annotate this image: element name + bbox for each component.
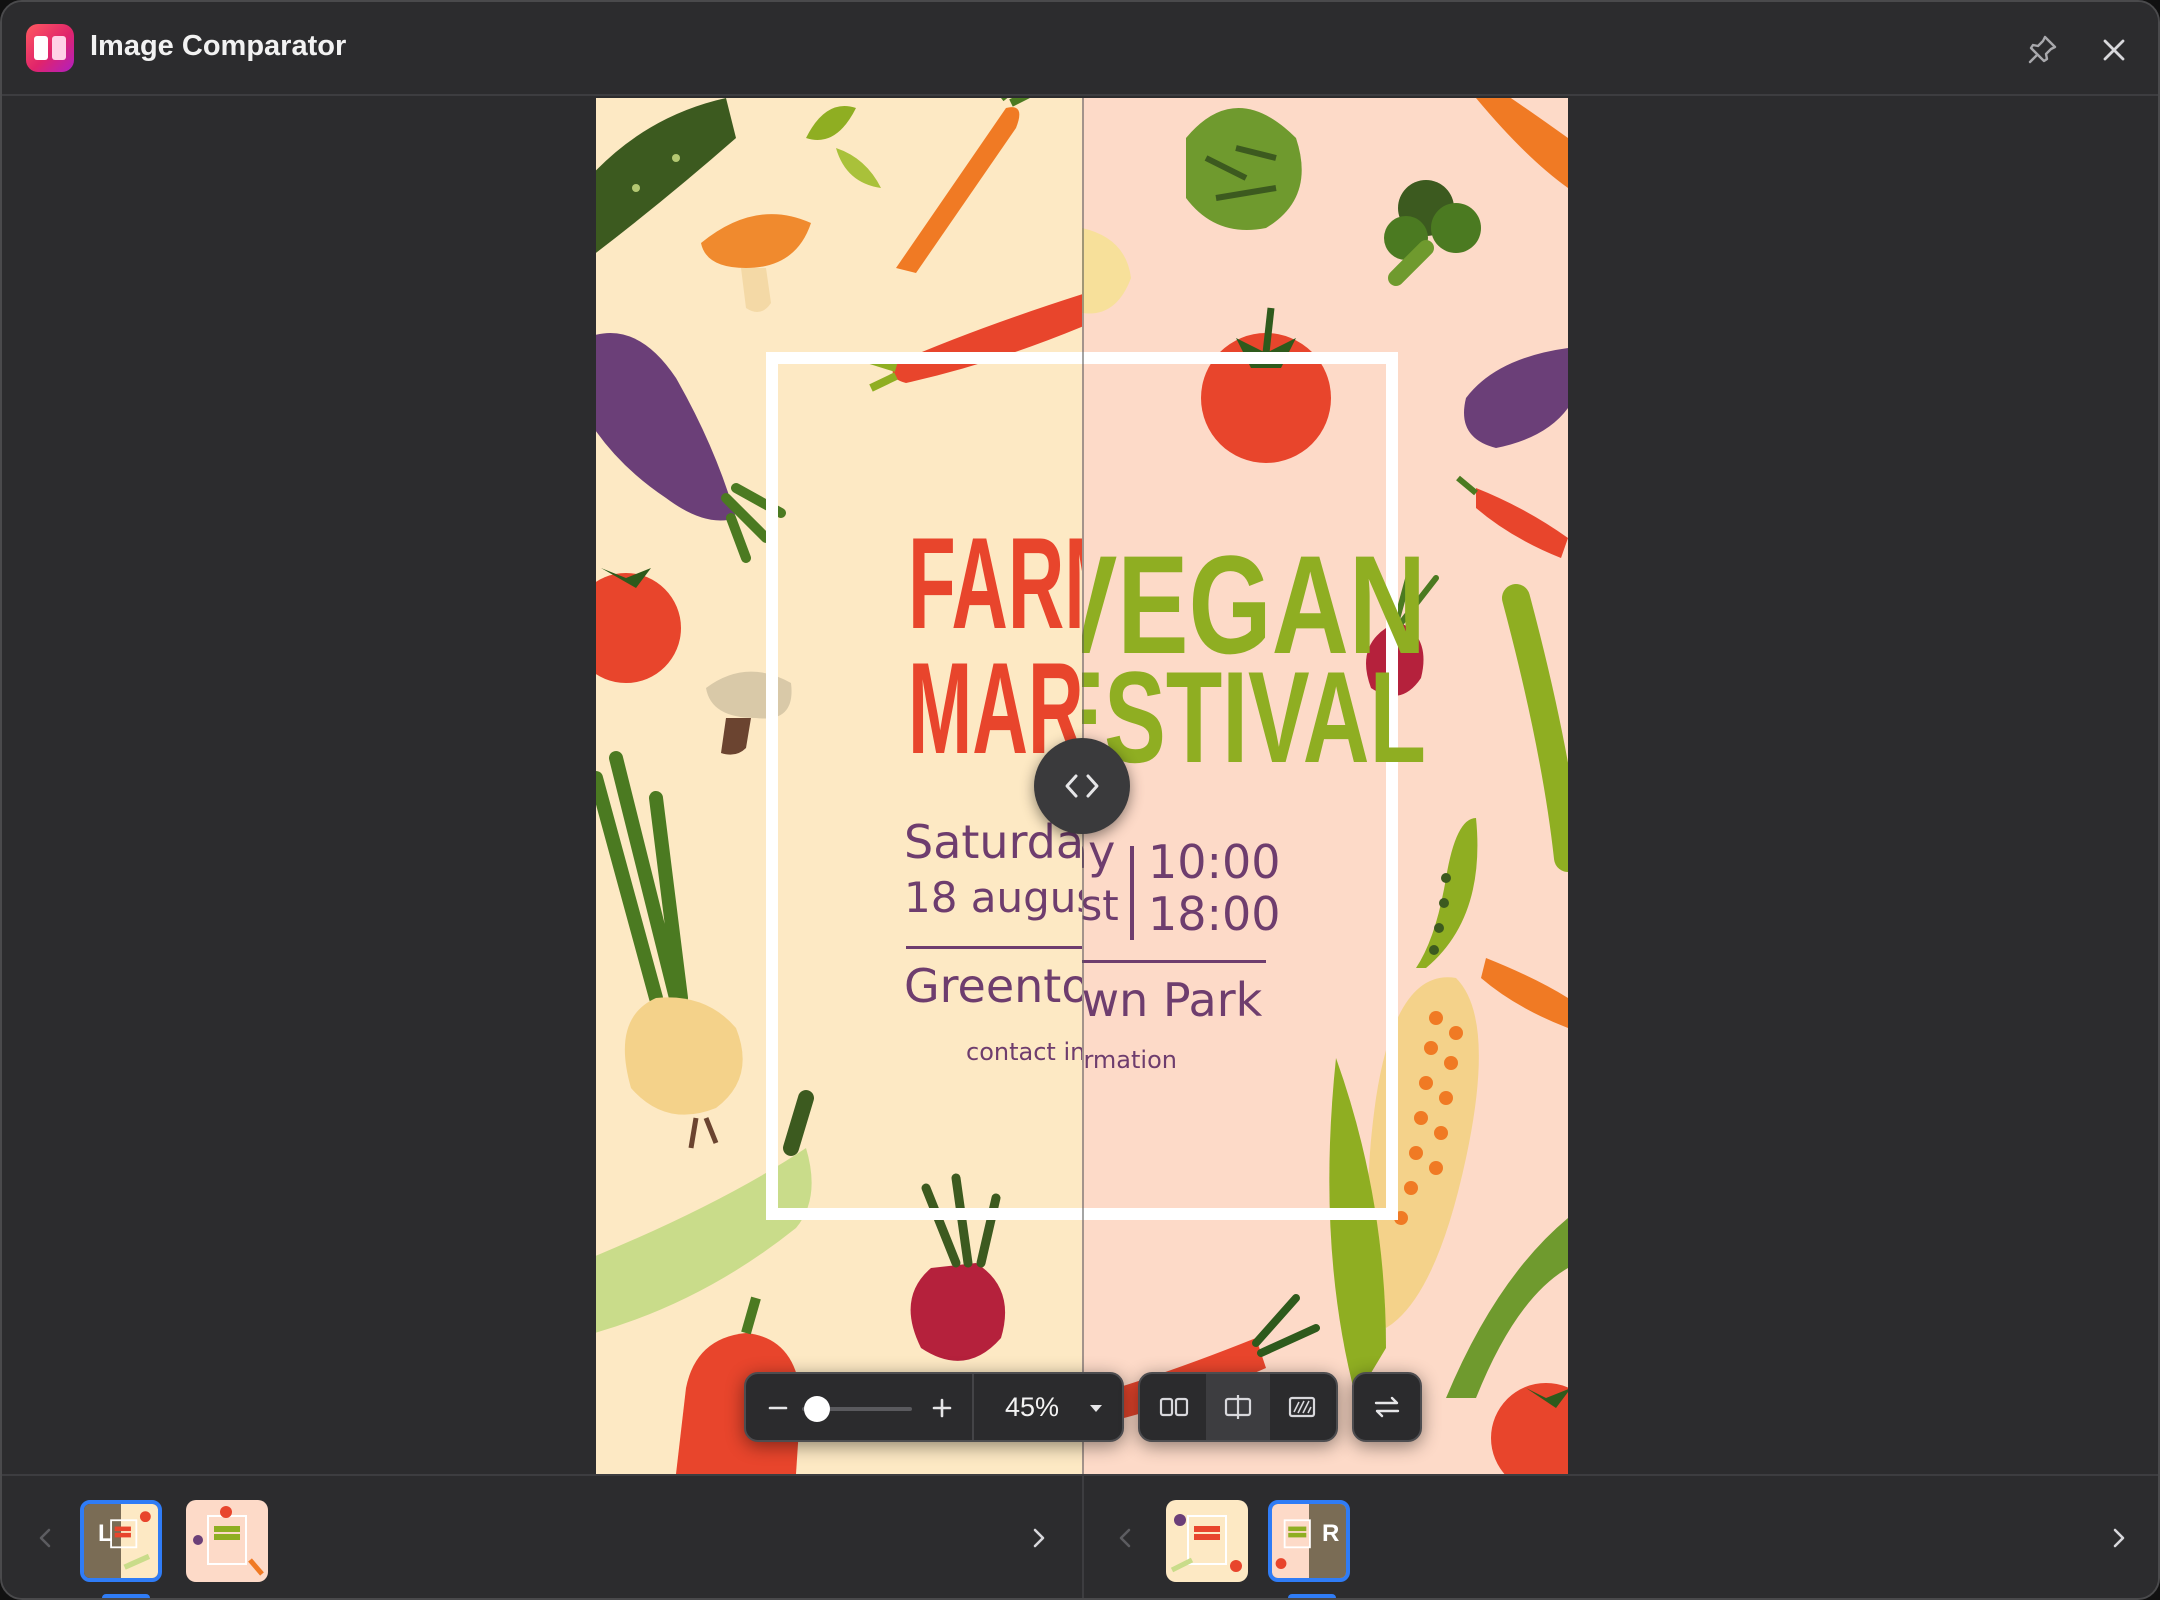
- pin-icon: [2028, 35, 2057, 64]
- app-icon: [26, 24, 74, 72]
- zoom-out-button[interactable]: [760, 1390, 796, 1426]
- left-thumbnail-farmer-market[interactable]: [80, 1500, 162, 1582]
- overlay-button[interactable]: [1270, 1374, 1334, 1440]
- poster-right-time-start: 10:00: [1148, 835, 1281, 889]
- zoom-slider-knob[interactable]: [804, 1396, 830, 1422]
- chevron-left-icon: [39, 1528, 51, 1548]
- filmstrip: L R: [2, 1474, 2158, 1598]
- chevron-right-icon: [1033, 1528, 1045, 1548]
- zoom-level[interactable]: 45%: [992, 1392, 1072, 1423]
- right-thumbnail-farmer-market[interactable]: [1166, 1500, 1248, 1582]
- minus-icon: [768, 1406, 788, 1410]
- right-slot-tag: R: [1322, 1520, 1340, 1547]
- view-mode-toolbar: [1138, 1372, 1338, 1442]
- left-prev-button[interactable]: [28, 1518, 62, 1558]
- right-prev-button[interactable]: [1108, 1518, 1142, 1558]
- toolbar-separator: [972, 1374, 974, 1440]
- plus-icon: [932, 1398, 952, 1418]
- split-handle[interactable]: [1034, 738, 1130, 834]
- filmstrip-divider: [1082, 1476, 1084, 1598]
- left-slot-tag: L: [98, 1520, 113, 1547]
- swap-images-button[interactable]: [1354, 1374, 1420, 1440]
- side-by-side-icon: [1159, 1397, 1189, 1417]
- zoom-toolbar: 45%: [744, 1372, 1124, 1442]
- poster-right-time-end: 18:00: [1148, 887, 1281, 941]
- app-window: Image Comparator FARMER MARKET Saturday …: [0, 0, 2160, 1600]
- split-view-icon: [1224, 1395, 1252, 1419]
- chevron-right-icon: [2113, 1528, 2125, 1548]
- right-selection-indicator: [1288, 1594, 1336, 1598]
- pin-button[interactable]: [2022, 30, 2062, 70]
- chevron-down-icon: [1090, 1405, 1102, 1412]
- drag-arrows-icon: [1065, 774, 1099, 798]
- close-icon: [2103, 39, 2125, 61]
- zoom-in-button[interactable]: [924, 1390, 960, 1426]
- side-by-side-button[interactable]: [1142, 1374, 1206, 1440]
- left-selection-indicator: [102, 1594, 150, 1598]
- title-bar: Image Comparator: [2, 2, 2158, 96]
- close-button[interactable]: [2094, 30, 2134, 70]
- zoom-dropdown-button[interactable]: [1084, 1396, 1108, 1420]
- chevron-left-icon: [1119, 1528, 1131, 1548]
- overlay-icon: [1288, 1396, 1316, 1418]
- right-next-button[interactable]: [2102, 1518, 2136, 1558]
- left-thumbnail-vegan-festival[interactable]: [186, 1500, 268, 1582]
- split-view-button[interactable]: [1206, 1374, 1270, 1440]
- window-title: Image Comparator: [90, 30, 347, 62]
- left-next-button[interactable]: [1022, 1518, 1056, 1558]
- swap-toolbar: [1352, 1372, 1422, 1442]
- swap-icon: [1374, 1396, 1400, 1418]
